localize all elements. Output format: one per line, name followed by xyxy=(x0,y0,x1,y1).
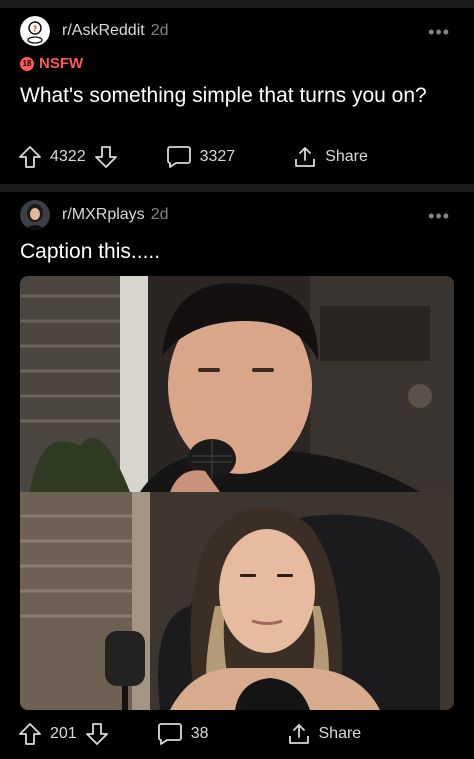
subreddit-name[interactable]: r/AskReddit xyxy=(62,22,145,40)
comments-button[interactable]: 38 xyxy=(157,722,209,746)
post-title[interactable]: What's something simple that turns you o… xyxy=(20,82,450,109)
comments-button[interactable]: 3327 xyxy=(166,145,236,169)
share-button[interactable]: Share xyxy=(293,145,368,169)
subreddit-avatar[interactable] xyxy=(20,200,50,230)
post-header: ? r/AskReddit 2d xyxy=(20,16,169,46)
upvote-icon[interactable] xyxy=(18,722,42,746)
vote-count: 201 xyxy=(50,725,77,742)
share-label: Share xyxy=(325,148,368,165)
post-header: r/MXRplays 2d xyxy=(20,200,168,230)
feed-divider xyxy=(0,0,474,8)
meme-image xyxy=(20,276,454,710)
share-button[interactable]: Share xyxy=(287,722,362,746)
nsfw-18-icon: 18 xyxy=(20,56,34,71)
nsfw-badge: 18 NSFW xyxy=(20,55,83,72)
action-bar: 201 38 Share xyxy=(18,719,458,749)
more-options-icon[interactable]: ••• xyxy=(428,206,450,227)
action-bar: 4322 3327 Share xyxy=(18,142,458,172)
svg-text:?: ? xyxy=(33,25,38,34)
post-age: 2d xyxy=(150,22,169,39)
comment-count: 3327 xyxy=(199,148,236,165)
post-askreddit[interactable]: ? r/AskReddit 2d ••• 18 NSFW What's some… xyxy=(0,8,474,184)
post-mxrplays[interactable]: r/MXRplays 2d ••• Caption this..... 201 … xyxy=(0,192,474,759)
nsfw-label: NSFW xyxy=(39,55,84,72)
post-image[interactable] xyxy=(20,276,454,710)
comment-icon xyxy=(157,722,183,746)
subreddit-avatar[interactable]: ? xyxy=(20,16,50,46)
more-options-icon[interactable]: ••• xyxy=(428,22,450,43)
post-title[interactable]: Caption this..... xyxy=(20,238,450,265)
comment-count: 38 xyxy=(190,725,209,742)
feed-divider xyxy=(0,184,474,192)
share-icon xyxy=(293,145,317,169)
share-label: Share xyxy=(318,725,362,742)
downvote-icon[interactable] xyxy=(94,145,118,169)
vote-count: 4322 xyxy=(50,148,86,165)
upvote-icon[interactable] xyxy=(18,145,42,169)
post-age: 2d xyxy=(150,206,169,223)
comment-icon xyxy=(166,145,192,169)
downvote-icon[interactable] xyxy=(85,722,109,746)
subreddit-name[interactable]: r/MXRplays xyxy=(62,206,145,224)
share-icon xyxy=(287,722,311,746)
